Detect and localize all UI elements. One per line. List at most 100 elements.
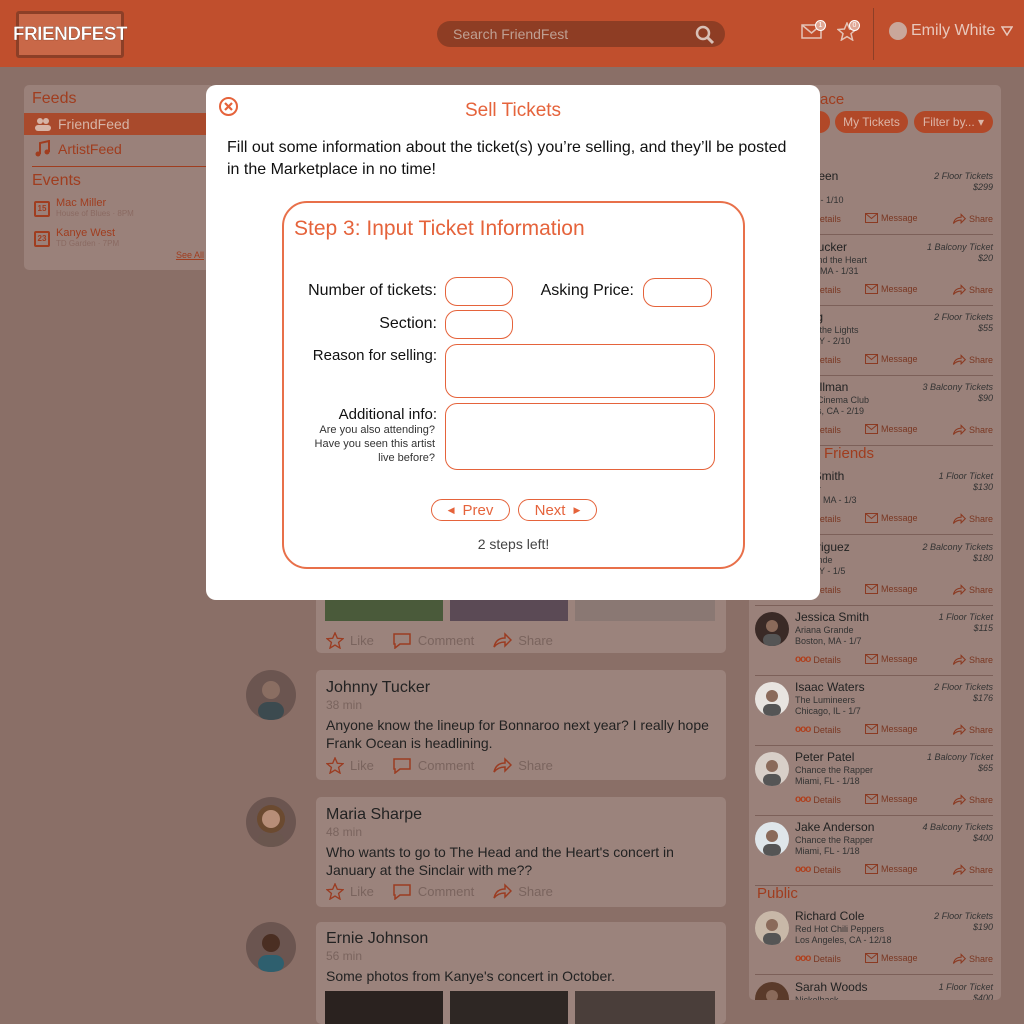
additional-info-textarea[interactable]	[445, 403, 715, 470]
message-button[interactable]: Message	[865, 424, 918, 434]
avatar[interactable]	[755, 822, 789, 856]
message-button[interactable]: Message	[865, 953, 918, 963]
post-photo[interactable]	[575, 991, 715, 1024]
post-photo[interactable]	[325, 991, 443, 1024]
feed-post: Johnny Tucker 38 min Anyone know the lin…	[316, 670, 726, 780]
details-button[interactable]: oooDetails	[795, 953, 841, 964]
event-sub: House of Blues · 8PM	[56, 209, 134, 218]
comment-button[interactable]: Comment	[392, 632, 474, 649]
post-photo[interactable]	[450, 991, 568, 1024]
section-input[interactable]	[445, 310, 513, 339]
sidebar-item-label: FriendFeed	[58, 116, 130, 132]
share-button[interactable]: Share	[952, 354, 993, 366]
avatar[interactable]	[755, 911, 789, 945]
share-button[interactable]: Share	[952, 513, 993, 525]
post-author[interactable]: Ernie Johnson	[326, 930, 428, 948]
see-all-link[interactable]: See All	[176, 250, 204, 260]
message-label: Message	[881, 654, 918, 664]
seller-name[interactable]: Richard Cole	[795, 909, 864, 923]
details-button[interactable]: oooDetails	[795, 724, 841, 735]
like-label: Like	[350, 633, 374, 648]
friendfest-logo[interactable]: FRIENDFEST	[13, 11, 128, 58]
message-button[interactable]: Message	[865, 354, 918, 364]
prev-button[interactable]: ◀ Prev	[431, 499, 510, 521]
my-tickets-button[interactable]: My Tickets	[835, 111, 908, 133]
details-button[interactable]: oooDetails	[795, 864, 841, 875]
sidebar-event[interactable]: 15 Mac Miller House of Blues · 8PM	[24, 197, 214, 225]
sidebar-item-label: ArtistFeed	[58, 141, 122, 157]
listing-item[interactable]: Sarah WoodsNickelback1 Floor Ticket$400o…	[755, 976, 993, 1000]
share-button[interactable]: Share	[492, 883, 553, 900]
post-author[interactable]: Maria Sharpe	[326, 806, 422, 824]
like-button[interactable]: Like	[326, 883, 374, 900]
seller-name[interactable]: Sarah Woods	[795, 980, 868, 994]
like-label: Like	[350, 884, 374, 899]
reason-textarea[interactable]	[445, 344, 715, 398]
listing-item[interactable]: Isaac Waters The Lumineers Chicago, IL - 1…	[755, 676, 993, 746]
like-button[interactable]: Like	[326, 757, 374, 774]
details-button[interactable]: oooDetails	[795, 794, 841, 805]
avatar[interactable]	[755, 612, 789, 646]
ticket-price: $115	[973, 623, 993, 633]
share-button[interactable]: Share	[952, 213, 993, 225]
message-button[interactable]: Message	[865, 794, 918, 804]
avatar[interactable]	[246, 797, 296, 847]
avatar[interactable]	[246, 922, 296, 972]
ticket-count: 1 Floor Ticket	[938, 612, 993, 622]
share-button[interactable]: Share	[952, 864, 993, 876]
asking-price-input[interactable]	[643, 278, 712, 307]
share-button[interactable]: Share	[952, 284, 993, 296]
share-button[interactable]: Share	[952, 584, 993, 596]
ticket-price: $180	[972, 553, 993, 563]
message-button[interactable]: Message	[865, 864, 918, 874]
share-button[interactable]: Share	[492, 757, 553, 774]
sidebar-item-friendfeed[interactable]: FriendFeed	[24, 113, 214, 135]
public-heading: Public	[757, 885, 798, 902]
user-menu[interactable]: Emily White	[889, 22, 1014, 40]
avatar[interactable]	[755, 682, 789, 716]
listing-item[interactable]: Jake Anderson Chance the Rapper Miami, FL …	[755, 816, 993, 886]
message-button[interactable]: Message	[865, 284, 918, 294]
listing-item[interactable]: Peter Patel Chance the Rapper Miami, FL - …	[755, 746, 993, 816]
search-icon[interactable]	[695, 25, 715, 45]
seller-name[interactable]: Jake Anderson	[795, 820, 874, 834]
message-button[interactable]: Message	[865, 584, 918, 594]
search-bar[interactable]: Search FriendFest	[437, 21, 725, 47]
details-button[interactable]: oooDetails	[795, 654, 841, 665]
avatar[interactable]	[246, 670, 296, 720]
share-button[interactable]: Share	[492, 632, 553, 649]
favorites-button[interactable]: 0	[836, 20, 860, 46]
favorites-badge: 0	[849, 20, 860, 31]
message-button[interactable]: Message	[865, 654, 918, 664]
filter-dropdown[interactable]: Filter by... ▾	[914, 111, 993, 133]
num-tickets-input[interactable]	[445, 277, 513, 306]
message-button[interactable]: Message	[865, 513, 918, 523]
seller-name[interactable]: Jessica Smith	[795, 610, 869, 624]
share-button[interactable]: Share	[952, 953, 993, 965]
events-heading: Events	[32, 172, 81, 189]
share-button[interactable]: Share	[952, 724, 993, 736]
share-button[interactable]: Share	[952, 794, 993, 806]
share-button[interactable]: Share	[952, 654, 993, 666]
messages-button[interactable]: 1	[801, 20, 826, 45]
sidebar-item-artistfeed[interactable]: ArtistFeed	[24, 138, 214, 160]
listing-item[interactable]: Richard Cole Red Hot Chili Peppers Los Ang…	[755, 905, 993, 975]
post-author[interactable]: Johnny Tucker	[326, 679, 430, 697]
message-label: Message	[881, 794, 918, 804]
person-icon	[763, 620, 781, 646]
seller-name[interactable]: Isaac Waters	[795, 680, 865, 694]
marketplace-heading: ace	[820, 91, 845, 108]
next-button[interactable]: Next ▶	[518, 499, 597, 521]
avatar[interactable]	[755, 752, 789, 786]
listing-item[interactable]: Jessica Smith Ariana Grande Boston, MA - 1…	[755, 606, 993, 676]
seller-name[interactable]: Peter Patel	[795, 750, 854, 764]
artist-name: Ariana Grande	[795, 625, 854, 635]
avatar[interactable]	[755, 982, 789, 1000]
comment-button[interactable]: Comment	[392, 883, 474, 900]
details-label: Details	[813, 724, 841, 735]
message-button[interactable]: Message	[865, 724, 918, 734]
like-button[interactable]: Like	[326, 632, 374, 649]
comment-button[interactable]: Comment	[392, 757, 474, 774]
share-button[interactable]: Share	[952, 424, 993, 436]
message-button[interactable]: Message	[865, 213, 918, 223]
